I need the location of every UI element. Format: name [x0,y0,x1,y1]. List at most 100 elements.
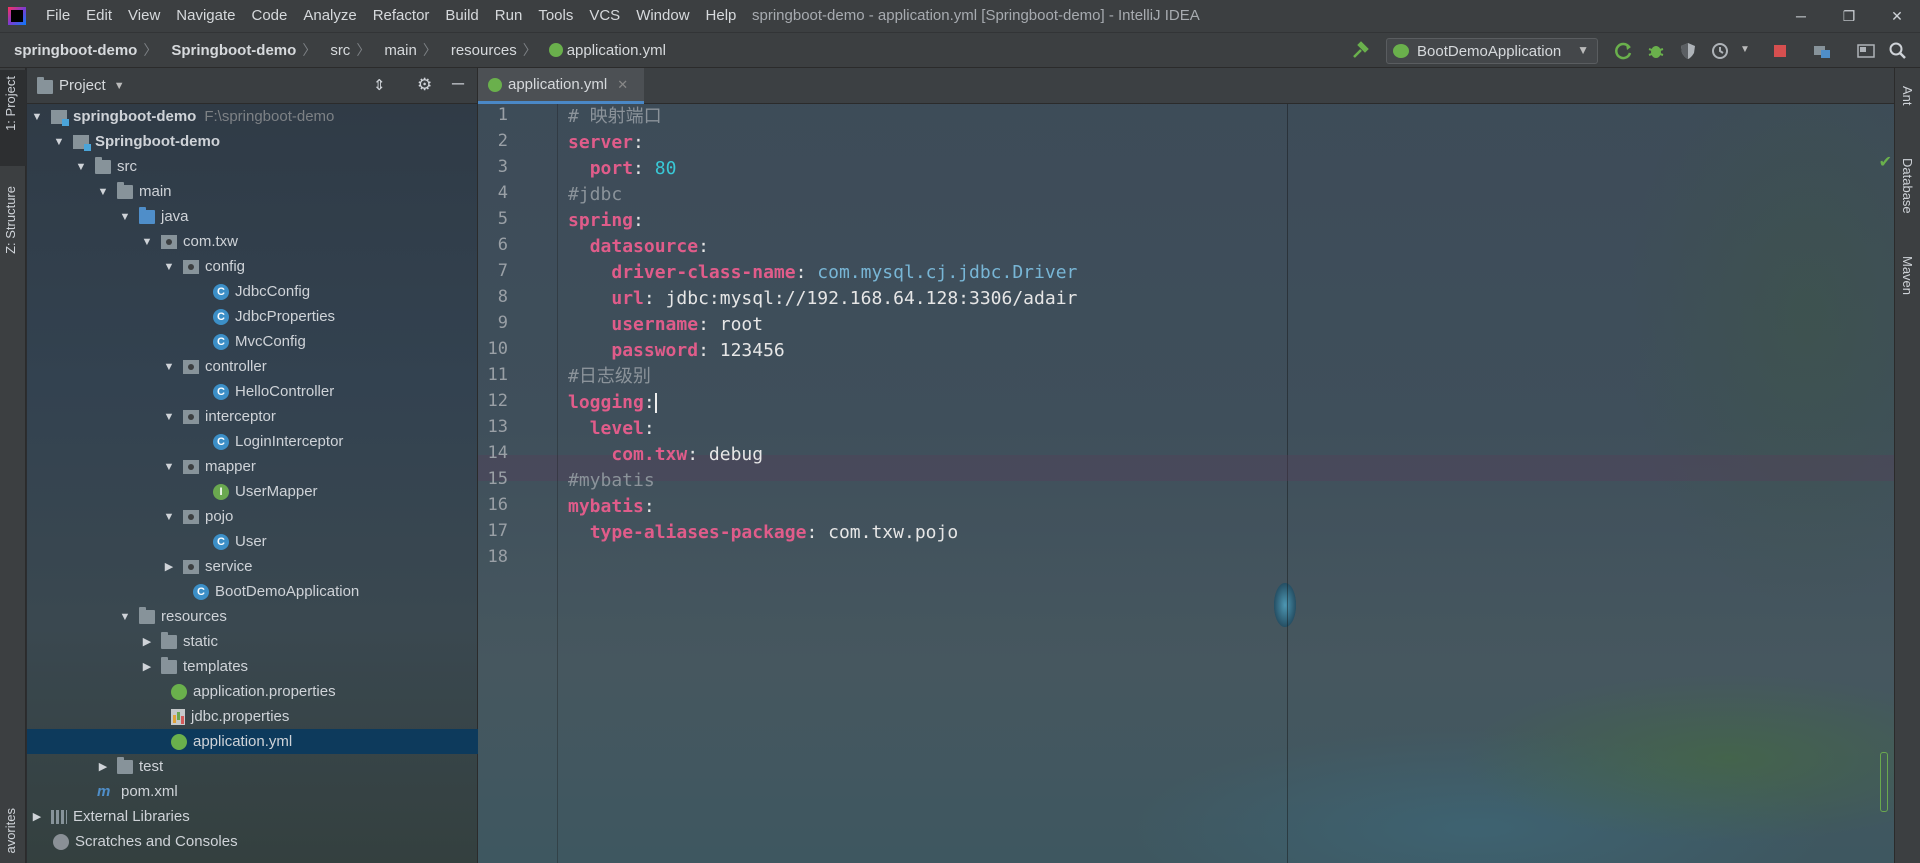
tree-item-config[interactable]: ▼ config [27,254,478,279]
expand-arrow-icon[interactable]: ▼ [97,186,109,198]
breadcrumb-src[interactable]: src [316,42,350,59]
presentation-mode-icon[interactable] [1856,41,1876,61]
tree-item-class[interactable]: C User [27,529,478,554]
menu-window[interactable]: Window [628,0,697,32]
menu-help[interactable]: Help [698,0,745,32]
tree-item-file[interactable]: application.properties [27,679,478,704]
collapse-all-icon[interactable]: ⇕ [373,76,386,94]
expand-arrow-icon[interactable]: ▼ [75,161,87,173]
tree-item-interceptor[interactable]: ▼ interceptor [27,404,478,429]
menu-vcs[interactable]: VCS [581,0,628,32]
breadcrumb-module[interactable]: Springboot-demo [157,42,296,59]
tree-item-src[interactable]: ▼ src [27,154,478,179]
coverage-shield-icon[interactable] [1678,41,1698,61]
menu-edit[interactable]: Edit [78,0,120,32]
collapse-arrow-icon[interactable]: ▶ [163,560,175,573]
breadcrumb-main[interactable]: main [370,42,417,59]
menu-build[interactable]: Build [437,0,486,32]
breadcrumb-project[interactable]: springboot-demo [0,42,137,59]
collapse-arrow-icon[interactable]: ▶ [141,660,153,673]
expand-arrow-icon[interactable]: ▼ [31,111,43,123]
tree-item-application-class[interactable]: C BootDemoApplication [27,579,478,604]
tool-tab-database[interactable]: Database [1900,158,1915,214]
project-panel-title[interactable]: Project [59,77,106,94]
tree-item-class[interactable]: C MvcConfig [27,329,478,354]
code-text[interactable]: # 映射端口 server: port: 80 #jdbc spring: da… [568,104,1868,863]
breadcrumb-file[interactable]: application.yml [567,42,666,59]
maximize-button[interactable]: ❐ [1826,0,1872,32]
expand-arrow-icon[interactable]: ▼ [141,236,153,248]
collapse-arrow-icon[interactable]: ▶ [31,810,43,823]
menu-view[interactable]: View [120,0,168,32]
hide-panel-icon[interactable]: ─ [452,74,464,94]
chevron-down-icon[interactable]: ▼ [114,80,125,92]
editor-tab-application-yml[interactable]: application.yml ✕ [478,68,644,104]
tree-item-resources[interactable]: ▼ resources [27,604,478,629]
tree-item-java[interactable]: ▼ java [27,204,478,229]
tree-label: application.properties [193,683,336,700]
expand-arrow-icon[interactable]: ▼ [163,461,175,473]
menu-refactor[interactable]: Refactor [365,0,438,32]
collapse-arrow-icon[interactable]: ▶ [97,760,109,773]
menu-tools[interactable]: Tools [530,0,581,32]
tree-item-test[interactable]: ▶ test [27,754,478,779]
menu-navigate[interactable]: Navigate [168,0,243,32]
expand-arrow-icon[interactable]: ▼ [119,611,131,623]
tool-tab-structure[interactable]: Z: Structure [3,186,18,254]
tree-item-interface[interactable]: I UserMapper [27,479,478,504]
breadcrumb-resources[interactable]: resources [437,42,517,59]
tree-item-external-libraries[interactable]: ▶ External Libraries [27,804,478,829]
tree-item-mapper[interactable]: ▼ mapper [27,454,478,479]
tree-item-package-com-txw[interactable]: ▼ com.txw [27,229,478,254]
tree-item-module[interactable]: ▼ Springboot-demo [27,129,478,154]
menu-run[interactable]: Run [487,0,531,32]
expand-arrow-icon[interactable]: ▼ [163,261,175,273]
profile-clock-icon[interactable] [1710,41,1730,61]
value-token: 123456 [719,340,785,361]
tree-item-main[interactable]: ▼ main [27,179,478,204]
menu-file[interactable]: File [38,0,78,32]
tree-item-file[interactable]: jdbc.properties [27,704,478,729]
stop-icon[interactable] [1770,41,1790,61]
tree-item-pom[interactable]: m pom.xml [27,779,478,804]
tree-item-scratches[interactable]: Scratches and Consoles [27,829,478,854]
tree-item-class[interactable]: C JdbcConfig [27,279,478,304]
minimize-button[interactable]: ─ [1778,0,1824,32]
tree-item-controller[interactable]: ▼ controller [27,354,478,379]
project-structure-icon[interactable] [1812,41,1832,61]
chevron-down-icon[interactable]: ▼ [1740,44,1760,64]
tool-tab-ant[interactable]: Ant [1900,86,1915,106]
tree-item-class[interactable]: C JdbcProperties [27,304,478,329]
build-hammer-icon[interactable] [1350,41,1370,61]
debug-bug-icon[interactable] [1646,41,1666,61]
tree-item-class[interactable]: C LoginInterceptor [27,429,478,454]
run-configuration-select[interactable]: BootDemoApplication ▼ [1386,38,1598,64]
tree-item-project-root[interactable]: ▼ springboot-demo F:\springboot-demo [27,104,478,129]
tool-tab-favorites[interactable]: avorites [3,808,18,854]
tree-item-pojo[interactable]: ▼ pojo [27,504,478,529]
search-icon[interactable] [1888,41,1908,61]
expand-arrow-icon[interactable]: ▼ [53,136,65,148]
tool-tab-maven[interactable]: Maven [1900,256,1915,295]
tree-item-file-selected[interactable]: application.yml [27,729,478,754]
inspection-ok-icon[interactable]: ✔ [1879,152,1892,172]
expand-arrow-icon[interactable]: ▼ [163,361,175,373]
interface-icon: I [213,483,229,500]
close-tab-icon[interactable]: ✕ [617,77,628,93]
expand-arrow-icon[interactable]: ▼ [119,211,131,223]
collapse-arrow-icon[interactable]: ▶ [141,635,153,648]
tree-item-static[interactable]: ▶ static [27,629,478,654]
tree-item-class[interactable]: C HelloController [27,379,478,404]
close-button[interactable]: ✕ [1874,0,1920,32]
rerun-icon[interactable] [1614,41,1634,61]
gear-icon[interactable]: ⚙ [417,75,432,95]
editor-area[interactable]: application.yml ✕ 1 2 3 4 5 6 7 8 9 10 1… [478,68,1894,863]
vertical-scrollbar[interactable] [1880,752,1888,812]
tool-tab-project[interactable]: 1: Project [3,76,18,131]
expand-arrow-icon[interactable]: ▼ [163,411,175,423]
tree-item-templates[interactable]: ▶ templates [27,654,478,679]
menu-code[interactable]: Code [243,0,295,32]
tree-item-service[interactable]: ▶ service [27,554,478,579]
expand-arrow-icon[interactable]: ▼ [163,511,175,523]
menu-analyze[interactable]: Analyze [295,0,364,32]
